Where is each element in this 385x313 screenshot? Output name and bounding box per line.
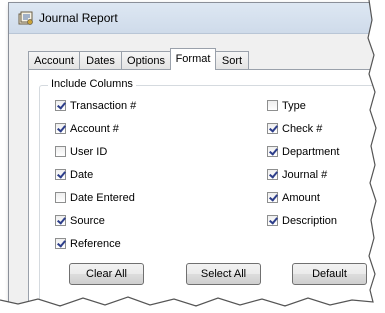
include-columns-title: Include Columns (48, 78, 136, 90)
account-number-checkbox[interactable]: Account # (55, 122, 119, 136)
date-entered-checkbox[interactable]: Date Entered (55, 191, 135, 205)
checkbox-label: Reference (70, 238, 121, 250)
type-checkbox[interactable]: Type (267, 99, 306, 113)
user-id-checkbox[interactable]: User ID (55, 145, 107, 159)
checkbox-checked-icon[interactable] (55, 238, 66, 249)
check-number-checkbox[interactable]: Check # (267, 122, 322, 136)
checkbox-label: Department (282, 146, 340, 158)
format-tab-panel: Include Columns Transaction # Account # … (28, 69, 379, 305)
checkbox-label: User ID (70, 146, 108, 158)
date-checkbox[interactable]: Date (55, 168, 93, 182)
journal-report-icon (18, 11, 33, 25)
checkbox-unchecked-icon[interactable] (55, 192, 66, 203)
description-checkbox[interactable]: Description (267, 214, 337, 228)
checkbox-label: Source (70, 215, 105, 227)
dialog-content: Account Dates Options Format Sort Includ… (10, 34, 379, 305)
checkbox-label: Type (282, 100, 306, 112)
transaction-number-checkbox[interactable]: Transaction # (55, 99, 136, 113)
source-checkbox[interactable]: Source (55, 214, 105, 228)
reference-checkbox[interactable]: Reference (55, 237, 121, 251)
window-title: Journal Report (39, 11, 118, 25)
clear-all-button[interactable]: Clear All (69, 263, 144, 285)
checkbox-checked-icon[interactable] (267, 146, 278, 157)
checkbox-label: Date (70, 169, 94, 181)
checkbox-checked-icon[interactable] (55, 123, 66, 134)
title-bar: Journal Report (9, 3, 379, 34)
amount-checkbox[interactable]: Amount (267, 191, 320, 205)
checkbox-checked-icon[interactable] (55, 169, 66, 180)
tab-account[interactable]: Account (28, 51, 80, 69)
tab-format[interactable]: Format (170, 48, 216, 70)
checkbox-label: Transaction # (70, 100, 137, 112)
checkbox-label: Check # (282, 123, 323, 135)
department-checkbox[interactable]: Department (267, 145, 339, 159)
default-button[interactable]: Default (292, 263, 367, 285)
journal-report-window: Journal Report Account Dates Options For… (8, 2, 380, 306)
checkbox-checked-icon[interactable] (267, 123, 278, 134)
checkbox-label: Account # (70, 123, 119, 135)
checkbox-label: Journal # (282, 169, 328, 181)
checkbox-label: Amount (282, 192, 320, 204)
tab-options[interactable]: Options (121, 51, 171, 69)
checkbox-checked-icon[interactable] (267, 215, 278, 226)
checkbox-checked-icon[interactable] (267, 192, 278, 203)
select-all-button[interactable]: Select All (186, 263, 261, 285)
tab-dates[interactable]: Dates (79, 51, 122, 69)
checkbox-checked-icon[interactable] (55, 215, 66, 226)
checkbox-unchecked-icon[interactable] (267, 100, 278, 111)
checkbox-unchecked-icon[interactable] (55, 146, 66, 157)
journal-number-checkbox[interactable]: Journal # (267, 168, 327, 182)
checkbox-label: Date Entered (70, 192, 135, 204)
checkbox-checked-icon[interactable] (55, 100, 66, 111)
checkbox-label: Description (282, 215, 338, 227)
tab-sort[interactable]: Sort (215, 51, 249, 69)
checkbox-checked-icon[interactable] (267, 169, 278, 180)
